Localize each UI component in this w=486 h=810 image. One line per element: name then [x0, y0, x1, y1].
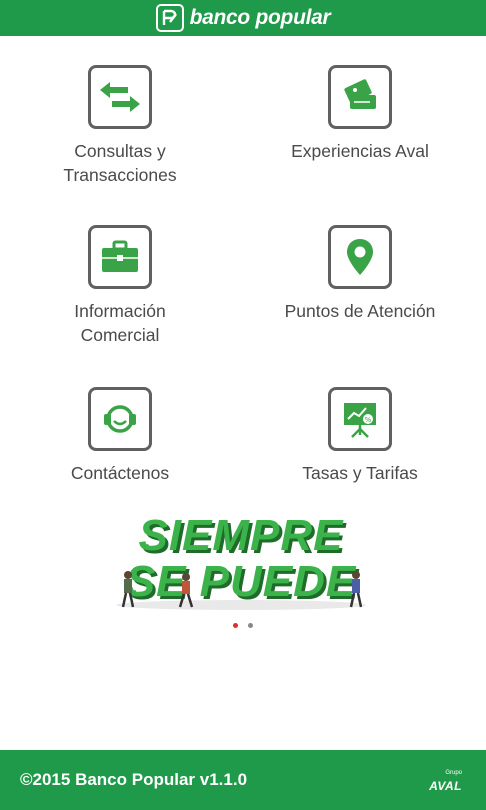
app-header: banco popular — [0, 0, 486, 36]
promo-banner[interactable]: SIEMPRE SIEMPRE SE PUEDE SE PUEDE — [106, 503, 376, 613]
menu-label: Información Comercial — [74, 301, 166, 345]
presentation-chart-icon: % — [328, 387, 392, 451]
tickets-icon — [328, 65, 392, 129]
brand-logo: banco popular — [155, 4, 331, 32]
menu-item-informacion[interactable]: Información Comercial — [10, 225, 230, 347]
menu-item-experiencias[interactable]: Experiencias Aval — [250, 65, 470, 163]
headset-icon — [88, 387, 152, 451]
siempre-se-puede-banner-icon: SIEMPRE SIEMPRE SE PUEDE SE PUEDE — [116, 511, 366, 610]
carousel-dot-active[interactable] — [233, 623, 238, 628]
menu-label: Consultas y Transacciones — [63, 141, 177, 185]
banner-line-1: SIEMPRE — [138, 511, 344, 560]
copyright-text: ©2015 Banco Popular v1.1.0 — [20, 770, 248, 789]
transfer-arrows-icon — [88, 65, 152, 129]
menu-item-consultas[interactable]: Consultas y Transacciones — [10, 65, 230, 187]
menu-label: Puntos de Atención — [284, 301, 436, 321]
banco-popular-logo-icon — [155, 4, 184, 32]
grupo-aval-logo: Grupo AVAL — [429, 770, 462, 793]
menu-item-contactenos[interactable]: Contáctenos — [10, 387, 230, 485]
menu-label: Experiencias Aval — [291, 141, 429, 161]
menu-item-puntos[interactable]: Puntos de Atención — [250, 225, 470, 323]
carousel-indicator — [0, 623, 486, 628]
menu-item-tasas[interactable]: % Tasas y Tarifas — [250, 387, 470, 485]
location-pin-icon — [328, 225, 392, 289]
menu-label: Contáctenos — [70, 463, 170, 483]
briefcase-icon — [88, 225, 152, 289]
banner-line-2: SE PUEDE — [126, 557, 357, 606]
app-footer: ©2015 Banco Popular v1.1.0 Grupo AVAL — [0, 750, 486, 810]
menu-label: Tasas y Tarifas — [302, 463, 418, 483]
svg-text:%: % — [365, 416, 372, 424]
brand-name: banco popular — [189, 6, 331, 29]
carousel-dot[interactable] — [248, 623, 253, 628]
